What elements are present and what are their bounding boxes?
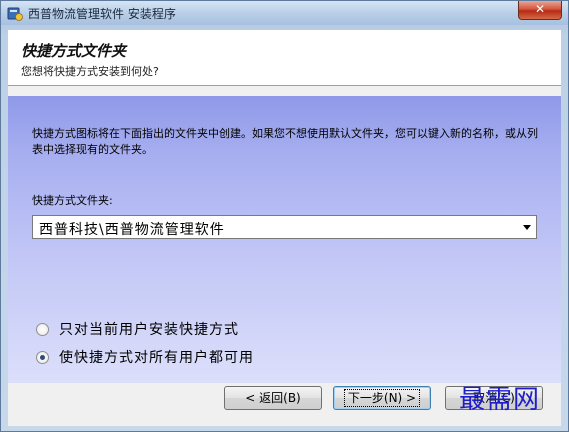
folder-combobox[interactable]: 西普科技\西普物流管理软件	[32, 215, 537, 239]
close-button[interactable]: ✕	[518, 1, 562, 20]
next-button[interactable]: 下一步(N) >	[333, 386, 431, 410]
radio-all-users[interactable]: 使快捷方式对所有用户都可用	[36, 347, 254, 367]
next-button-label: 下一步(N) >	[343, 389, 421, 407]
watermark-logo: 最需网	[459, 385, 541, 415]
page-title: 快捷方式文件夹	[21, 42, 127, 60]
wizard-header: 快捷方式文件夹 您想将快捷方式安装到何处?	[8, 30, 561, 86]
description-text: 快捷方式图标将在下面指出的文件夹中创建。如果您不想使用默认文件夹，您可以键入新的…	[32, 127, 538, 156]
radio-current-user[interactable]: 只对当前用户安装快捷方式	[36, 319, 239, 339]
wizard-body: 快捷方式图标将在下面指出的文件夹中创建。如果您不想使用默认文件夹，您可以键入新的…	[8, 96, 561, 383]
radio-label: 只对当前用户安装快捷方式	[59, 322, 239, 338]
page-subtitle: 您想将快捷方式安装到何处?	[21, 65, 159, 78]
wizard-client-area: 快捷方式文件夹 您想将快捷方式安装到何处? 快捷方式图标将在下面指出的文件夹中创…	[8, 30, 561, 426]
back-button[interactable]: < 返回(B)	[224, 386, 322, 410]
window-title: 西普物流管理软件 安装程序	[28, 7, 176, 21]
close-icon: ✕	[534, 2, 546, 16]
radio-button[interactable]	[36, 322, 49, 336]
radio-button[interactable]	[36, 350, 49, 364]
installer-icon	[7, 7, 23, 21]
folder-value[interactable]: 西普科技\西普物流管理软件	[39, 219, 225, 239]
title-bar[interactable]: 西普物流管理软件 安装程序 ✕	[1, 1, 568, 25]
installer-window: 西普物流管理软件 安装程序 ✕ 快捷方式文件夹 您想将快捷方式安装到何处? 快捷…	[0, 0, 569, 432]
folder-label: 快捷方式文件夹:	[32, 194, 113, 207]
chevron-down-icon[interactable]	[523, 225, 531, 230]
radio-label: 使快捷方式对所有用户都可用	[59, 350, 254, 366]
